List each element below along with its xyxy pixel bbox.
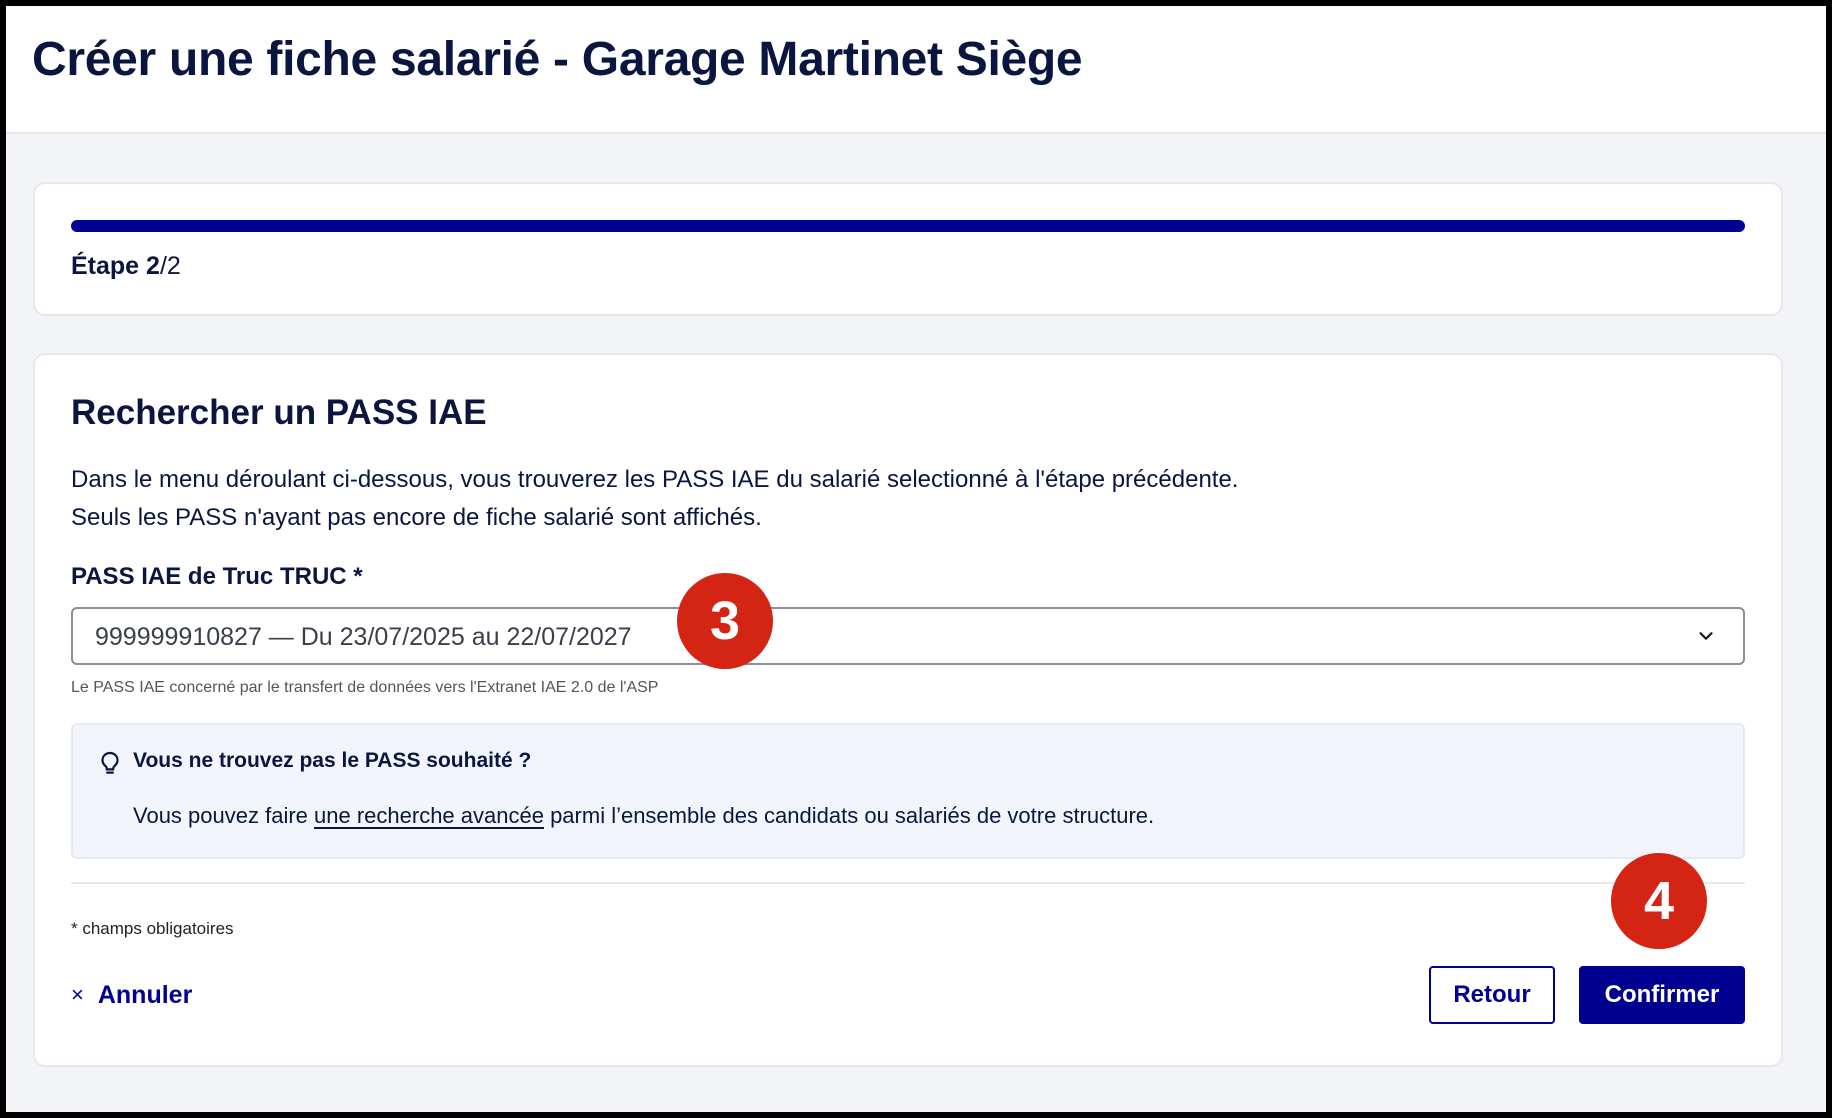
progress-bar [71, 220, 1745, 232]
search-pass-card: Rechercher un PASS IAE Dans le menu déro… [33, 353, 1783, 1067]
required-fields-note: * champs obligatoires [71, 919, 234, 938]
description-line-1: Dans le menu déroulant ci-dessous, vous … [71, 466, 1239, 493]
info-callout: Vous ne trouvez pas le PASS souhaité ? V… [71, 723, 1745, 859]
step-current: 2 [146, 252, 160, 280]
pass-select[interactable]: 999999910827 — Du 23/07/2025 au 22/07/20… [71, 607, 1745, 665]
form-divider [71, 882, 1745, 884]
info-text-before: Vous pouvez faire [133, 803, 315, 828]
step-indicator: Étape 2/2 [71, 252, 181, 281]
info-title: Vous ne trouvez pas le PASS souhaité ? [133, 749, 532, 772]
confirm-button[interactable]: Confirmer [1579, 966, 1745, 1024]
close-icon: × [71, 982, 84, 1007]
cancel-button[interactable]: × Annuler [71, 975, 192, 1015]
pass-select-label: PASS IAE de Truc TRUC * [71, 563, 363, 590]
info-text: Vous pouvez faire une recherche avancée … [133, 803, 1154, 829]
pass-select-helper: Le PASS IAE concerné par le transfert de… [71, 679, 659, 696]
lightbulb-icon [101, 751, 119, 774]
stepper-card: Étape 2/2 [33, 182, 1783, 316]
description-line-2: Seuls les PASS n'ayant pas encore de fic… [71, 504, 762, 531]
step-word: Étape [71, 252, 140, 280]
advanced-search-link[interactable]: une recherche avancée [314, 803, 544, 828]
pass-select-value: 999999910827 — Du 23/07/2025 au 22/07/20… [95, 623, 632, 651]
step-total: /2 [159, 252, 181, 280]
section-title: Rechercher un PASS IAE [71, 393, 487, 432]
cancel-label: Annuler [97, 980, 193, 1009]
annotation-marker-4: 4 [1611, 853, 1707, 949]
page-header: Créer une fiche salarié - Garage Martine… [6, 6, 1826, 134]
back-button[interactable]: Retour [1429, 966, 1555, 1024]
chevron-down-icon [1699, 632, 1713, 640]
section-description: Dans le menu déroulant ci-dessous, vous … [71, 461, 1238, 537]
page-title: Créer une fiche salarié - Garage Martine… [32, 33, 1083, 86]
annotation-marker-3: 3 [677, 573, 773, 669]
info-text-after: parmi l’ensemble des candidats ou salari… [543, 803, 1155, 828]
app-window: Créer une fiche salarié - Garage Martine… [6, 6, 1826, 1112]
